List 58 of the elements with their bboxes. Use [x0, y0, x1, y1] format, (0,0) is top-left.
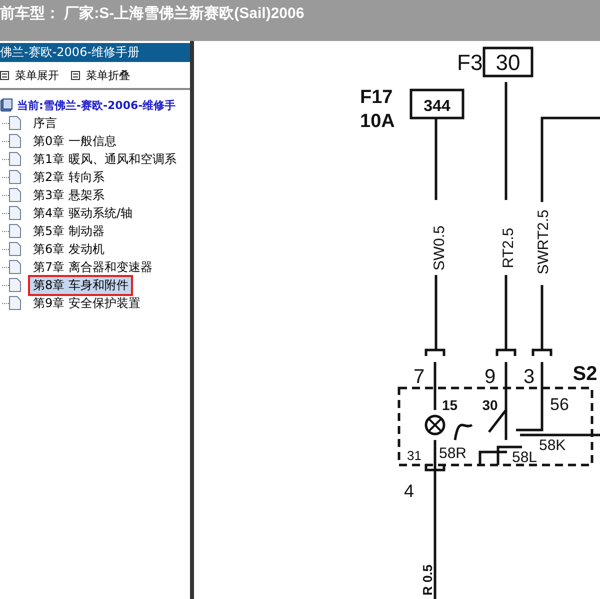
tree-item[interactable]: 第6章 发动机 [28, 238, 110, 260]
tree-item[interactable]: 序言 [28, 112, 62, 134]
diagram-label: R 0.5 [420, 564, 435, 596]
diagram-label: 30 [496, 50, 520, 75]
diagram-label: 58L [512, 449, 538, 466]
diagram-label: 31 [407, 448, 422, 463]
connector-icon [496, 348, 516, 356]
tree-item[interactable]: 第8章 车身和附件 [28, 274, 134, 296]
diagram-label: SW0.5 [431, 226, 448, 270]
diagram-label: RT2.5 [500, 228, 517, 268]
book-icon [0, 98, 14, 112]
tree-item[interactable]: 第9章 安全保护装置 [28, 292, 146, 314]
diagram-label: S2 [572, 363, 598, 385]
diagram-label: F17 [360, 87, 393, 108]
menu-icon [71, 70, 80, 80]
document-icon [9, 224, 21, 238]
switch-symbol [454, 424, 473, 440]
diagram-label: 9 [484, 366, 496, 388]
tree-item[interactable]: 第3章 悬架系 [28, 184, 110, 206]
tree-item[interactable]: 第4章 驱动系统/轴 [28, 202, 138, 224]
tree-item[interactable]: 第7章 离合器和变速器 [28, 256, 158, 278]
diagram-label: 3 [523, 366, 535, 388]
lamp-symbol [424, 414, 446, 436]
diagram-label: 15 [442, 397, 458, 413]
diagram-label: 30 [482, 397, 498, 413]
document-icon [9, 242, 21, 256]
diagram-label: SWRT2.5 [535, 210, 552, 274]
document-icon [9, 152, 21, 166]
diagram-label: 7 [413, 366, 425, 388]
toolbar-button[interactable]: 菜单展开 [0, 68, 59, 82]
document-icon [9, 134, 21, 148]
document-icon [9, 206, 21, 220]
tree-root-item[interactable]: 当前:雪佛兰-赛欧-2006-维修手 [17, 98, 176, 112]
diagram-label: 58R [439, 445, 467, 462]
tree-item[interactable]: 第5章 制动器 [28, 220, 110, 242]
document-icon [9, 170, 21, 184]
document-icon [9, 260, 21, 274]
diagram-label: F3 [457, 50, 483, 75]
fuse-box [410, 88, 464, 120]
panel-title: 佛兰-赛欧-2006-维修手册 [0, 43, 190, 62]
document-icon [9, 278, 21, 292]
header-title: 前车型： 厂家:S-上海雪佛兰新赛欧(Sail)2006 [0, 4, 304, 23]
diagram-label: 56 [550, 395, 569, 414]
tree-item[interactable]: 第0章 一般信息 [28, 130, 122, 152]
connector-icon [424, 348, 446, 356]
tree-item[interactable]: 第1章 暖风、通风和空调系 [28, 148, 182, 170]
toolbar-button[interactable]: 菜单折叠 [71, 68, 130, 82]
diagram-label: 344 [424, 98, 450, 115]
document-icon [9, 296, 21, 310]
connector-icon [532, 348, 552, 356]
diagram-label: 58K [539, 437, 566, 454]
diagram-label: 10A [360, 111, 395, 132]
tree-item[interactable]: 第2章 转向系 [28, 166, 110, 188]
document-icon [9, 116, 21, 130]
diagram-label: 4 [404, 481, 414, 501]
fuse-box [482, 46, 534, 78]
connector-icon [424, 464, 446, 472]
document-icon [9, 188, 21, 202]
